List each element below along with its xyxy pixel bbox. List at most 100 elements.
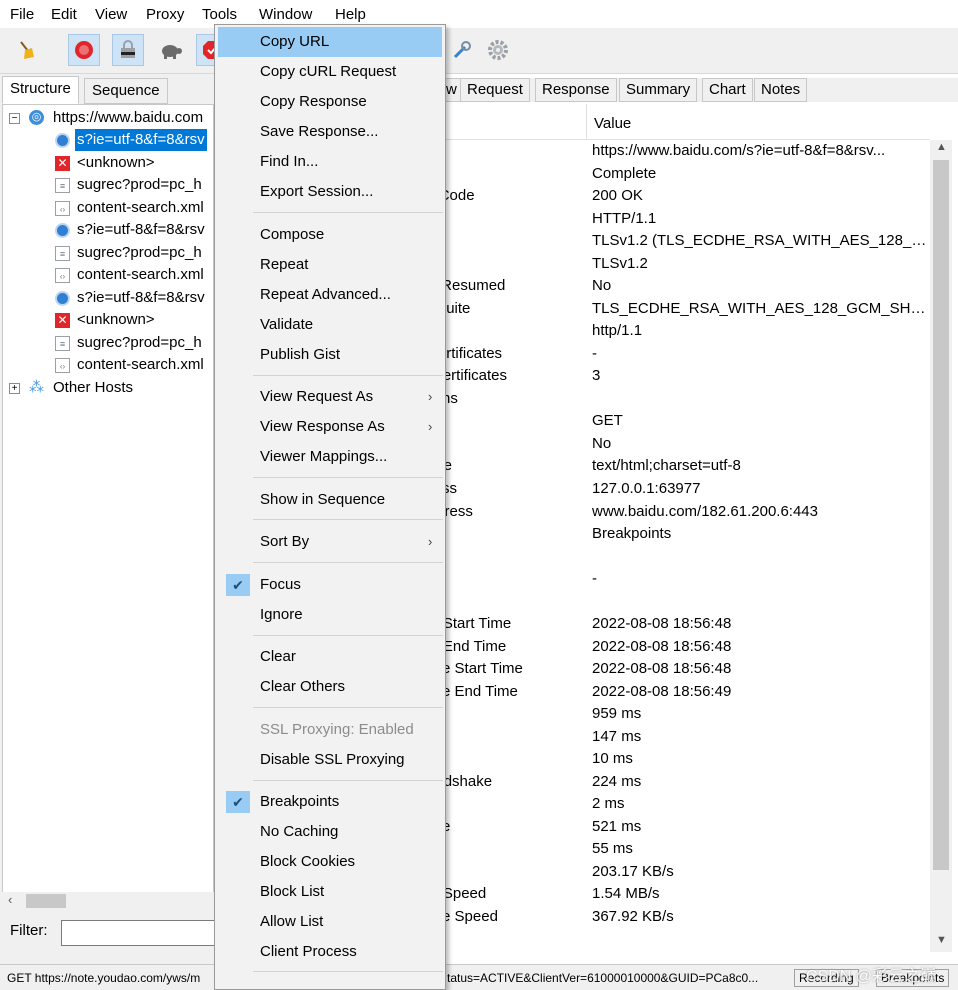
property-row[interactable]: g xyxy=(446,591,930,613)
menu-item-copy-response[interactable]: Copy Response xyxy=(218,87,442,117)
menu-item-client-process[interactable]: Client Process xyxy=(218,937,442,967)
menu-item-label: Copy URL xyxy=(260,33,330,50)
tree-other-hosts-node[interactable]: + ⁂ Other Hosts xyxy=(3,377,213,399)
tab-chart[interactable]: Chart xyxy=(702,78,753,102)
property-row[interactable]: ssion Resumed No xyxy=(446,275,930,297)
property-row[interactable]: quest 2 ms xyxy=(446,793,930,815)
property-row[interactable]: eed 203.17 KB/s xyxy=(446,861,930,883)
menu-edit[interactable]: Edit xyxy=(51,6,77,23)
menu-help[interactable]: Help xyxy=(335,6,366,23)
property-row[interactable]: onse Code 200 OK xyxy=(446,185,930,207)
tab-summary[interactable]: Summary xyxy=(619,78,698,102)
scroll-up-icon[interactable]: ▲ xyxy=(936,141,947,153)
turtle-icon[interactable] xyxy=(155,34,187,66)
property-row[interactable]: od GET xyxy=(446,410,930,432)
menu-item-disable-ssl-proxying[interactable]: Disable SSL Proxying xyxy=(218,745,442,775)
menu-tools[interactable]: Tools xyxy=(202,6,237,23)
menu-item-validate[interactable]: Validate xyxy=(218,310,442,340)
tab-notes[interactable]: Notes xyxy=(754,78,808,102)
menu-item-block-cookies[interactable]: Block Cookies xyxy=(218,847,442,877)
property-row[interactable]: te Address www.baidu.com/182.61.200.6:443 xyxy=(446,501,930,523)
tab-request[interactable]: Request xyxy=(460,78,530,102)
vertical-scrollbar[interactable]: ▲ ▼ xyxy=(930,140,952,952)
menu-item-compose[interactable]: Compose xyxy=(218,220,442,250)
collapse-icon[interactable]: − xyxy=(9,113,20,124)
menu-item-sort-by[interactable]: Sort By › xyxy=(218,527,442,557)
scroll-down-icon[interactable]: ▼ xyxy=(936,934,947,946)
menu-item-allow-list[interactable]: Allow List xyxy=(218,907,442,937)
property-row[interactable]: ent Certificates - xyxy=(446,343,930,365)
menu-file[interactable]: File xyxy=(10,6,34,23)
menu-item-repeat-advanced[interactable]: Repeat Advanced... xyxy=(218,280,442,310)
tab-sequence[interactable]: Sequence xyxy=(84,78,168,104)
horizontal-scrollbar[interactable]: ‹ xyxy=(2,892,214,910)
property-row[interactable]: pher Suite TLS_ECDHE_RSA_WITH_AES_128_GCM… xyxy=(446,298,930,320)
menu-item-ignore[interactable]: Ignore xyxy=(218,600,442,630)
menu-item-export-session[interactable]: Export Session... xyxy=(218,177,442,207)
menu-window[interactable]: Window xyxy=(259,6,312,23)
ssl-lock-icon[interactable] xyxy=(112,34,144,66)
property-row[interactable]: nnect 10 ms xyxy=(446,748,930,770)
property-row[interactable]: Address 127.0.0.1:63977 xyxy=(446,478,930,500)
menu-item-show-in-sequence[interactable]: Show in Sequence xyxy=(218,485,442,515)
property-row[interactable]: quest Start Time 2022-08-08 18:56:48 xyxy=(446,613,930,635)
property-row[interactable]: Complete xyxy=(446,163,930,185)
menu-separator xyxy=(253,707,443,708)
menu-item-view-response-as[interactable]: View Response As › xyxy=(218,412,442,442)
property-row[interactable]: PN http/1.1 xyxy=(446,320,930,342)
tree-node-label: content-search.xml xyxy=(77,199,204,216)
tab-structure[interactable]: Structure xyxy=(2,76,79,104)
property-row[interactable]: S Handshake 224 ms xyxy=(446,771,930,793)
scroll-left-icon[interactable]: ‹ xyxy=(8,892,12,907)
property-row[interactable]: ection xyxy=(446,546,930,568)
menu-item-repeat[interactable]: Repeat xyxy=(218,250,442,280)
filter-input[interactable] xyxy=(61,920,221,946)
tree-root-node[interactable]: − ◎ https://www.baidu.com xyxy=(3,107,213,129)
property-row[interactable]: quest Speed 1.54 MB/s xyxy=(446,883,930,905)
menu-item-viewer-mappings[interactable]: Viewer Mappings... xyxy=(218,442,442,472)
menu-item-breakpoints[interactable]: ✔ Breakpoints xyxy=(218,787,442,817)
menu-separator xyxy=(253,635,443,636)
property-row[interactable]: sponse End Time 2022-08-08 18:56:49 xyxy=(446,681,930,703)
expand-icon[interactable]: + xyxy=(9,383,20,394)
menu-item-focus[interactable]: ✔ Focus xyxy=(218,570,442,600)
property-row[interactable]: sponse Start Time 2022-08-08 18:56:48 xyxy=(446,658,930,680)
menu-item-copy-url[interactable]: Copy URL xyxy=(218,27,442,57)
menu-item-clear-others[interactable]: Clear Others xyxy=(218,672,442,702)
property-row[interactable]: S 147 ms xyxy=(446,726,930,748)
menu-item-view-request-as[interactable]: View Request As › xyxy=(218,382,442,412)
property-row[interactable]: ration 959 ms xyxy=(446,703,930,725)
column-divider[interactable] xyxy=(586,104,587,140)
menu-proxy[interactable]: Proxy xyxy=(146,6,184,23)
property-row[interactable]: tency 55 ms xyxy=(446,838,930,860)
property-row[interactable]: otocol TLSv1.2 xyxy=(446,253,930,275)
menu-item-publish-gist[interactable]: Publish Gist xyxy=(218,340,442,370)
gear-icon[interactable] xyxy=(482,34,514,66)
menu-item-find-in[interactable]: Find In... xyxy=(218,147,442,177)
property-row[interactable]: sponse 521 ms xyxy=(446,816,930,838)
scrollbar-thumb[interactable] xyxy=(933,160,949,870)
menu-item-block-list[interactable]: Block List xyxy=(218,877,442,907)
tab-response[interactable]: Response xyxy=(535,78,617,102)
menu-item-clear[interactable]: Clear xyxy=(218,642,442,672)
menu-item-no-caching[interactable]: No Caching xyxy=(218,817,442,847)
record-icon[interactable] xyxy=(68,34,100,66)
property-row[interactable]: tensions xyxy=(446,388,930,410)
property-row[interactable]: col HTTP/1.1 xyxy=(446,208,930,230)
tools-icon[interactable] xyxy=(446,34,478,66)
property-row[interactable]: Alive No xyxy=(446,433,930,455)
property-row[interactable]: rver Certificates 3 xyxy=(446,365,930,387)
property-row[interactable]: sponse Speed 367.92 KB/s xyxy=(446,906,930,928)
property-row[interactable]: quest End Time 2022-08-08 18:56:48 xyxy=(446,636,930,658)
property-row[interactable]: ockets- xyxy=(446,568,930,590)
property-row[interactable]: Breakpoints xyxy=(446,523,930,545)
menu-item-copy-curl[interactable]: Copy cURL Request xyxy=(218,57,442,87)
menu-view[interactable]: View xyxy=(95,6,127,23)
property-row[interactable]: nt-Type text/html;charset=utf-8 xyxy=(446,455,930,477)
broom-icon[interactable] xyxy=(10,34,42,66)
property-row[interactable]: TLSv1.2 (TLS_ECDHE_RSA_WITH_AES_128_G... xyxy=(446,230,930,252)
property-row[interactable]: https://www.baidu.com/s?ie=utf-8&f=8&rsv… xyxy=(446,140,930,162)
scrollbar-thumb[interactable] xyxy=(26,894,66,908)
menu-item-save-response[interactable]: Save Response... xyxy=(218,117,442,147)
value-column-header[interactable]: Value xyxy=(594,115,631,132)
